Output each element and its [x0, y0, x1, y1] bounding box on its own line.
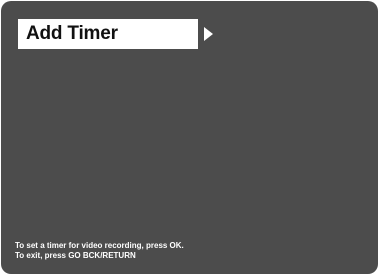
help-line-ok: To set a timer for video recording, pres…: [15, 241, 184, 250]
add-timer-menu-item[interactable]: Add Timer: [18, 19, 198, 49]
timer-menu-screen: Add Timer To set a timer for video recor…: [1, 1, 378, 274]
triangle-right-icon[interactable]: [204, 27, 213, 41]
add-timer-label: Add Timer: [26, 23, 118, 44]
help-text: To set a timer for video recording, pres…: [15, 241, 184, 261]
help-line-return: To exit, press GO BCK/RETURN: [15, 251, 136, 260]
